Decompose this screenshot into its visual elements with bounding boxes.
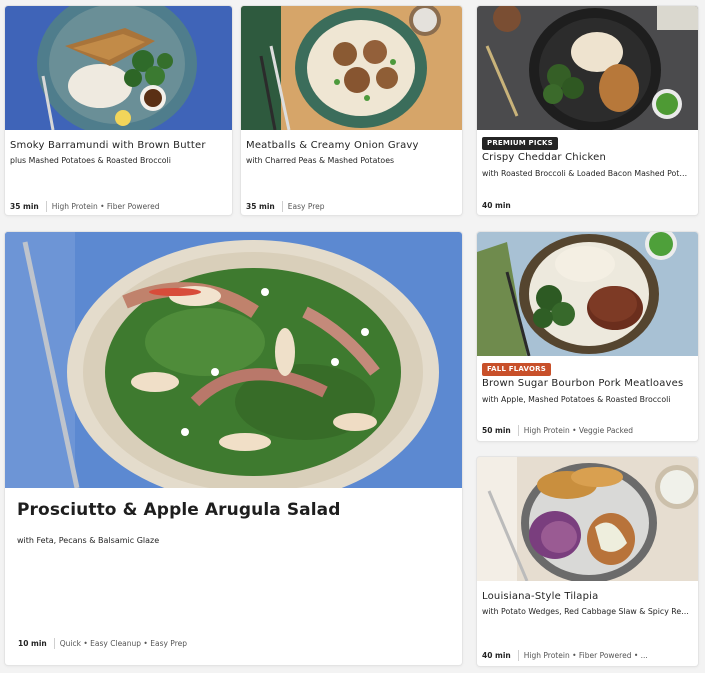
recipe-title[interactable]: Crispy Cheddar Chicken bbox=[482, 152, 692, 163]
recipe-tags: Easy Prep bbox=[287, 202, 325, 211]
recipe-meta: 40 min High Protein • Fiber Powered • ..… bbox=[482, 650, 693, 661]
recipe-tags: High Protein • Veggie Packed bbox=[523, 426, 634, 435]
divider bbox=[281, 201, 283, 212]
recipe-photo bbox=[477, 232, 698, 356]
recipe-photo bbox=[477, 457, 698, 581]
promo-badge: PREMIUM PICKS bbox=[482, 137, 558, 150]
recipe-subtitle: with Feta, Pecans & Balsamic Glaze bbox=[17, 536, 160, 545]
cook-time: 35 min bbox=[246, 202, 275, 211]
recipe-card-meatballs-onion-gravy[interactable]: Meatballs & Creamy Onion Gravy with Char… bbox=[241, 6, 462, 215]
divider bbox=[517, 650, 519, 661]
recipe-photo bbox=[241, 6, 462, 130]
recipe-meta: 35 min Easy Prep bbox=[246, 201, 457, 212]
recipe-card-bourbon-pork-meatloaves[interactable]: FALL FLAVORS Brown Sugar Bourbon Pork Me… bbox=[477, 232, 698, 441]
recipe-subtitle: with Charred Peas & Mashed Potatoes bbox=[246, 156, 395, 165]
recipe-title[interactable]: Meatballs & Creamy Onion Gravy bbox=[246, 140, 456, 151]
cook-time: 10 min bbox=[18, 639, 47, 648]
recipe-meta: 10 min Quick • Easy Cleanup • Easy Prep bbox=[18, 638, 457, 649]
recipe-subtitle: with Roasted Broccoli & Loaded Bacon Mas… bbox=[482, 169, 690, 178]
recipe-tags: High Protein • Fiber Powered bbox=[51, 202, 160, 211]
recipe-card-prosciutto-apple-salad[interactable]: Prosciutto & Apple Arugula Salad with Fe… bbox=[5, 232, 462, 665]
recipe-meta: 50 min High Protein • Veggie Packed bbox=[482, 425, 693, 436]
divider bbox=[517, 425, 519, 436]
recipe-title[interactable]: Brown Sugar Bourbon Pork Meatloaves bbox=[482, 378, 692, 389]
recipe-title[interactable]: Louisiana-Style Tilapia bbox=[482, 591, 692, 602]
recipe-card-smoky-barramundi[interactable]: Smoky Barramundi with Brown Butter plus … bbox=[5, 6, 232, 215]
recipe-photo bbox=[5, 232, 462, 488]
divider bbox=[45, 201, 47, 212]
recipe-meta: 35 min High Protein • Fiber Powered bbox=[10, 201, 227, 212]
recipe-title[interactable]: Prosciutto & Apple Arugula Salad bbox=[17, 500, 341, 520]
recipe-photo bbox=[5, 6, 232, 130]
cook-time: 40 min bbox=[482, 201, 511, 210]
recipe-title[interactable]: Smoky Barramundi with Brown Butter bbox=[10, 140, 226, 151]
cook-time: 35 min bbox=[10, 202, 39, 211]
recipe-tags: High Protein • Fiber Powered • ... bbox=[523, 651, 648, 660]
recipe-subtitle: with Potato Wedges, Red Cabbage Slaw & S… bbox=[482, 607, 690, 616]
recipe-subtitle: with Apple, Mashed Potatoes & Roasted Br… bbox=[482, 395, 671, 404]
recipe-meta: 40 min bbox=[482, 201, 693, 210]
recipe-subtitle: plus Mashed Potatoes & Roasted Broccoli bbox=[10, 156, 171, 165]
recipe-tags: Quick • Easy Cleanup • Easy Prep bbox=[59, 639, 187, 648]
cook-time: 50 min bbox=[482, 426, 511, 435]
recipe-photo bbox=[477, 6, 698, 130]
recipe-card-crispy-cheddar-chicken[interactable]: PREMIUM PICKS Crispy Cheddar Chicken wit… bbox=[477, 6, 698, 215]
divider bbox=[53, 638, 55, 649]
cook-time: 40 min bbox=[482, 651, 511, 660]
promo-badge: FALL FLAVORS bbox=[482, 363, 552, 376]
recipe-card-louisiana-tilapia[interactable]: Louisiana-Style Tilapia with Potato Wedg… bbox=[477, 457, 698, 666]
